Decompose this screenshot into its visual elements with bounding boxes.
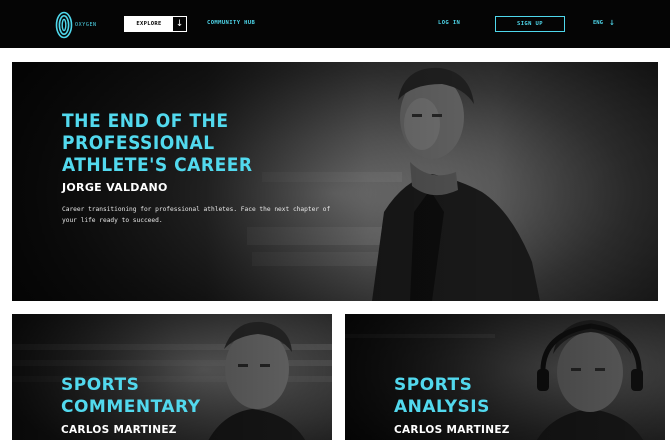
course-card-sports-commentary[interactable]: SPORTS COMMENTARY CARLOS MARTINEZ [12, 314, 332, 440]
card-athlete-name: CARLOS MARTINEZ [394, 424, 510, 436]
top-navigation-bar: OXYGEN EXPLORE ↓ COMMUNITY HUB LOG IN SI… [0, 0, 670, 48]
hero-title: THE END OF THE PROFESSIONAL ATHLETE'S CA… [62, 110, 253, 176]
language-label: ENG [593, 20, 603, 26]
language-selector[interactable]: ENG ↓ [593, 19, 615, 27]
explore-dropdown-button[interactable]: EXPLORE ↓ [124, 16, 187, 32]
hero-banner[interactable]: THE END OF THE PROFESSIONAL ATHLETE'S CA… [12, 62, 658, 301]
card-title: SPORTS ANALYSIS [394, 374, 490, 418]
arrow-down-icon: ↓ [173, 17, 186, 31]
card-athlete-name: CARLOS MARTINEZ [61, 424, 177, 436]
card-title-line-2: COMMENTARY [61, 397, 201, 417]
hero-athlete-name: JORGE VALDANO [62, 181, 168, 194]
oxygen-logo[interactable]: OXYGEN [55, 11, 115, 39]
hero-description: Career transitioning for professional at… [62, 206, 331, 224]
card-title: SPORTS COMMENTARY [61, 374, 201, 418]
oxygen-logo-icon [55, 11, 73, 39]
logo-text: OXYGEN [75, 22, 97, 28]
sign-up-button[interactable]: SIGN UP [495, 16, 565, 32]
card-title-line-2: ANALYSIS [394, 397, 490, 417]
explore-label: EXPLORE [125, 17, 173, 31]
log-in-link[interactable]: LOG IN [438, 20, 460, 26]
community-hub-link[interactable]: COMMUNITY HUB [207, 20, 255, 26]
card-title-line-1: SPORTS [394, 375, 473, 395]
course-card-sports-analysis[interactable]: SPORTS ANALYSIS CARLOS MARTINEZ [345, 314, 665, 440]
arrow-down-icon: ↓ [608, 19, 615, 27]
card-title-line-1: SPORTS [61, 375, 140, 395]
